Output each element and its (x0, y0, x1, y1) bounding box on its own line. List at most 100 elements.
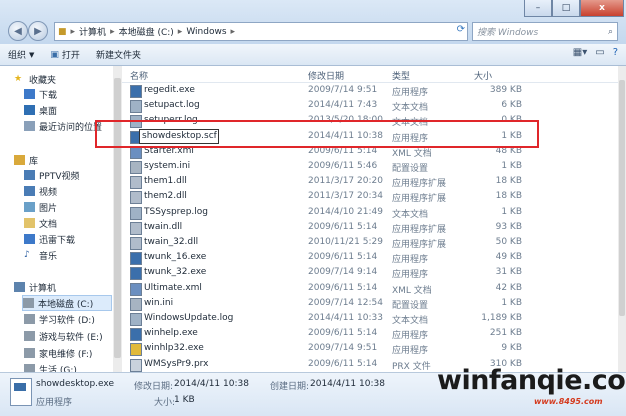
open-button[interactable]: ▣ 打开 (42, 44, 88, 65)
file-row[interactable]: regedit.exe 2009/7/14 9:51 应用程序 389 KB (122, 83, 618, 98)
nav-videos[interactable]: 视频 (24, 184, 57, 198)
search-icon[interactable]: ⌕ (608, 27, 613, 37)
column-name[interactable]: 名称 (130, 69, 148, 82)
star-icon: ★ (14, 74, 23, 84)
breadcrumb-drive-c[interactable]: 本地磁盘 (C:) (116, 25, 177, 38)
file-type: 应用程序扩展 (392, 179, 447, 190)
nav-documents[interactable]: 文档 (24, 216, 57, 230)
file-type: 应用程序 (392, 255, 429, 266)
back-arrow-icon: ◀ (14, 25, 22, 37)
file-row[interactable]: TSSysprep.log 2014/4/10 21:49 文本文档 1 KB (122, 205, 618, 220)
nav-drive-f[interactable]: 家电维修 (F:) (24, 346, 92, 360)
file-size: 1 KB (501, 161, 522, 171)
file-date: 2009/6/11 5:14 (308, 358, 378, 369)
file-name: them1.dll (144, 176, 187, 187)
nav-scrollbar[interactable] (113, 66, 122, 372)
nav-downloads[interactable]: 下载 (24, 87, 57, 101)
file-list-scrollbar[interactable] (618, 66, 626, 372)
nav-drive-g[interactable]: 生活 (G:) (24, 362, 77, 372)
new-folder-button[interactable]: 新建文件夹 (88, 44, 149, 65)
breadcrumb-windows[interactable]: Windows (183, 27, 229, 37)
file-date: 2009/6/11 5:14 (308, 328, 378, 339)
file-name: system.ini (144, 161, 191, 171)
file-size: 6 KB (501, 100, 522, 111)
toolbar: 组织 ▼ ▣ 打开 新建文件夹 ▦▾ ▭ ? (0, 44, 626, 66)
nav-drive-e[interactable]: 游戏与软件 (E:) (24, 329, 103, 343)
dropdown-arrow-icon: ▼ (29, 50, 35, 59)
nav-label: 学习软件 (D:) (39, 315, 95, 326)
nav-label: 游戏与软件 (E:) (39, 332, 103, 343)
minimize-button[interactable]: – (524, 0, 552, 17)
file-type: PRX 文件 (392, 361, 431, 372)
file-type: 应用程序扩展 (392, 240, 447, 250)
nav-drive-c[interactable]: 本地磁盘 (C:) (22, 295, 112, 311)
view-options-icon[interactable]: ▦▾ (573, 47, 587, 58)
file-row[interactable]: winhlp32.exe 2009/7/14 9:51 应用程序 9 KB (122, 341, 618, 357)
refresh-icon[interactable]: ⟳ (457, 24, 465, 35)
address-bar[interactable]: ■ ▸ 计算机 ▸ 本地磁盘 (C:) ▸ Windows ▸ ⟳ (54, 22, 468, 41)
search-input[interactable]: 搜索 Windows ⌕ (472, 22, 618, 41)
forward-arrow-icon: ▶ (34, 25, 42, 37)
view-controls: ▦▾ ▭ ? (573, 47, 618, 58)
preview-pane-icon[interactable]: ▭ (595, 47, 604, 58)
file-type: 应用程序 (392, 346, 429, 357)
back-button[interactable]: ◀ (8, 21, 28, 41)
file-name: them2.dll (144, 191, 187, 202)
file-row[interactable]: them2.dll 2011/3/17 20:34 应用程序扩展 18 KB (122, 189, 618, 205)
file-size: 49 KB (495, 252, 522, 263)
file-row[interactable]: winhelp.exe 2009/6/11 5:14 应用程序 251 KB (122, 326, 618, 342)
dll-icon (130, 176, 142, 190)
nav-music[interactable]: ♪ 音乐 (24, 248, 57, 262)
file-row[interactable]: setupact.log 2014/4/11 7:43 文本文档 6 KB (122, 98, 618, 114)
file-row[interactable]: win.ini 2009/7/14 12:54 配置设置 1 KB (122, 296, 618, 311)
file-row[interactable]: WindowsUpdate.log 2014/4/11 10:33 文本文档 1,18… (122, 311, 618, 326)
file-date: 2009/6/11 5:14 (308, 252, 378, 263)
dll-icon (130, 191, 142, 205)
organize-label: 组织 (8, 51, 27, 61)
nav-recent[interactable]: 最近访问的位置 (24, 119, 102, 133)
nav-xunlei[interactable]: 迅雷下载 (24, 232, 75, 246)
file-name: TSSysprep.log (144, 206, 208, 217)
nav-label: 生活 (G:) (39, 365, 77, 373)
file-row[interactable]: system.ini 2009/6/11 5:46 配置设置 1 KB (122, 159, 618, 174)
nav-desktop[interactable]: 桌面 (24, 103, 57, 117)
scrollbar-thumb[interactable] (619, 80, 625, 316)
column-size[interactable]: 大小 (474, 69, 492, 82)
maximize-button[interactable]: □ (552, 0, 580, 17)
file-row[interactable]: twunk_16.exe 2009/6/11 5:14 应用程序 49 KB (122, 250, 618, 266)
nav-computer[interactable]: 计算机 (14, 280, 56, 294)
details-created-value: 2014/4/11 10:38 (310, 379, 385, 389)
file-row[interactable]: twain.dll 2009/6/11 5:14 应用程序扩展 93 KB (122, 220, 618, 235)
file-type: 文本文档 (392, 209, 429, 220)
breadcrumb-computer[interactable]: 计算机 (76, 25, 109, 38)
document-icon (24, 218, 35, 228)
nav-favorites[interactable]: ★ 收藏夹 (14, 72, 56, 86)
details-size-value: 1 KB (174, 395, 195, 405)
column-date[interactable]: 修改日期 (308, 69, 344, 82)
nav-label: 文档 (39, 219, 58, 230)
file-size: 50 KB (495, 237, 522, 247)
nav-libraries[interactable]: 库 (14, 153, 38, 167)
file-size: 93 KB (495, 221, 522, 232)
file-row[interactable]: Ultimate.xml 2009/6/11 5:14 XML 文档 42 KB (122, 281, 618, 296)
nav-label: 下载 (39, 90, 58, 101)
file-row[interactable]: twunk_32.exe 2009/7/14 9:14 应用程序 31 KB (122, 265, 618, 281)
nav-pptv[interactable]: PPTV视频 (24, 168, 80, 182)
nav-pictures[interactable]: 图片 (24, 200, 57, 214)
forward-button[interactable]: ▶ (28, 21, 48, 41)
file-type: 配置设置 (392, 164, 429, 174)
download-folder-icon (24, 89, 35, 99)
xml-icon (130, 282, 142, 296)
explorer-window: – □ x ◀ ▶ ■ ▸ 计算机 ▸ 本地磁盘 (C:) ▸ Windows … (0, 0, 626, 416)
nav-label: 音乐 (39, 251, 58, 262)
file-type: 文本文档 (392, 316, 429, 326)
file-row[interactable]: them1.dll 2011/3/17 20:20 应用程序扩展 18 KB (122, 174, 618, 190)
file-row[interactable]: twain_32.dll 2010/11/21 5:29 应用程序扩展 50 KB (122, 235, 618, 250)
help-icon[interactable]: ? (613, 47, 618, 58)
column-type[interactable]: 类型 (392, 69, 410, 82)
file-size: 42 KB (495, 282, 522, 293)
close-button[interactable]: x (580, 0, 624, 17)
organize-button[interactable]: 组织 ▼ (0, 44, 42, 65)
nav-drive-d[interactable]: 学习软件 (D:) (24, 312, 95, 326)
file-size: 1 KB (501, 206, 522, 217)
